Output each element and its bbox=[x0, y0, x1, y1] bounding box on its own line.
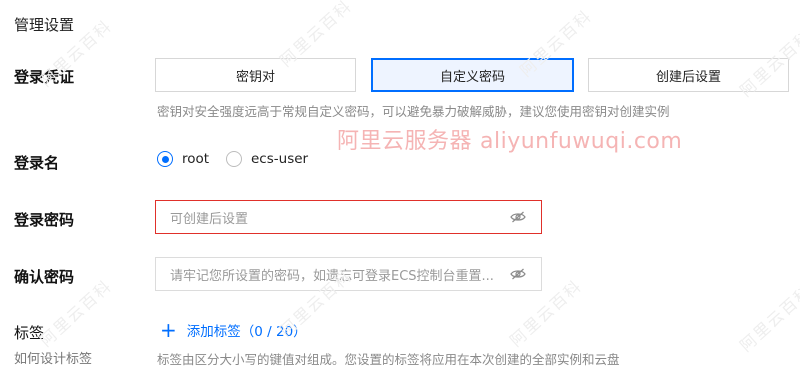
login-password-input[interactable]: 可创建后设置 bbox=[155, 200, 542, 234]
section-title: 管理设置 bbox=[14, 16, 75, 34]
radio-ecs-user[interactable] bbox=[226, 151, 242, 167]
radio-root[interactable] bbox=[157, 151, 173, 167]
radio-root-label[interactable]: root bbox=[182, 151, 209, 167]
plus-icon: + bbox=[160, 318, 177, 342]
watermark-banner-zh: 阿里云服务器 bbox=[337, 129, 473, 154]
credential-option-label: 自定义密码 bbox=[439, 69, 505, 85]
credential-option-label: 密钥对 bbox=[235, 69, 275, 85]
credential-option-keypair[interactable]: 密钥对 bbox=[155, 58, 356, 92]
credential-option-label: 创建后设置 bbox=[655, 69, 721, 85]
login-name-label: 登录名 bbox=[14, 154, 60, 172]
add-tag-label: 添加标签 bbox=[186, 324, 241, 340]
login-password-placeholder: 可创建后设置 bbox=[170, 211, 249, 227]
tags-sublabel-link[interactable]: 如何设计标签 bbox=[14, 348, 92, 367]
tags-hint: 标签由区分大小写的键值对组成。您设置的标签将应用在本次创建的全部实例和云盘 bbox=[157, 352, 620, 367]
confirm-password-label: 确认密码 bbox=[14, 268, 75, 286]
eye-off-icon[interactable] bbox=[509, 210, 527, 224]
login-password-label: 登录密码 bbox=[14, 211, 75, 229]
radio-ecs-user-label[interactable]: ecs-user bbox=[251, 151, 308, 167]
watermark: 阿里云百科 bbox=[736, 280, 800, 356]
credential-hint: 密钥对安全强度远高于常规自定义密码，可以避免暴力破解威胁，建议您使用密钥对创建实… bbox=[157, 104, 670, 119]
watermark-banner-en: aliyunfuwuqi.com bbox=[480, 129, 683, 154]
eye-off-icon[interactable] bbox=[509, 267, 527, 281]
watermark-banner: 阿里云服务器 aliyunfuwuqi.com bbox=[337, 123, 682, 155]
